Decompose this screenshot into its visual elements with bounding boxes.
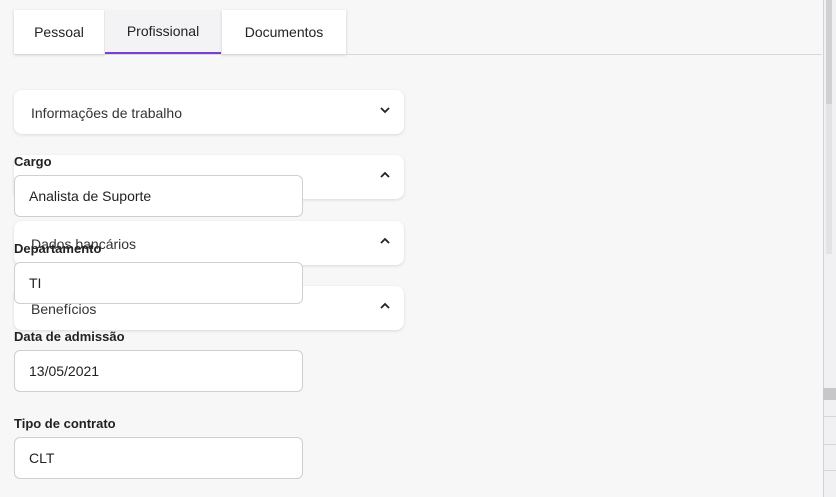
accordion-informacoes-trabalho[interactable]: Informações de trabalho (14, 90, 404, 134)
vertical-scrollbar[interactable] (823, 0, 836, 497)
tab-bar: Pessoal Profissional Documentos (14, 10, 347, 55)
accordion-title: Informações de trabalho (31, 105, 182, 121)
chevron-up-icon (380, 237, 390, 244)
cargo-field[interactable]: Analista de Suporte (14, 175, 303, 217)
departamento-label: Departamento (14, 241, 102, 256)
departamento-field[interactable]: TI (14, 262, 303, 304)
scrollbar-border (823, 0, 824, 497)
admissao-field[interactable]: 13/05/2021 (14, 350, 303, 392)
scrollbar-marker (823, 388, 836, 400)
tab-documentos[interactable]: Documentos (222, 10, 346, 54)
chevron-down-icon (380, 107, 390, 114)
scrollbar-tick (823, 470, 836, 471)
contrato-label: Tipo de contrato (14, 416, 116, 431)
chevron-up-icon (380, 302, 390, 309)
tab-divider (14, 54, 822, 55)
contrato-field[interactable]: CLT (14, 437, 303, 479)
admissao-label: Data de admissão (14, 329, 125, 344)
chevron-up-icon (380, 171, 390, 178)
scrollbar-tick (823, 444, 836, 445)
tab-pessoal[interactable]: Pessoal (14, 10, 104, 54)
tab-profissional[interactable]: Profissional (105, 10, 221, 54)
cargo-label: Cargo (14, 154, 52, 169)
scrollbar-tick (823, 416, 836, 417)
scrollbar-thumb[interactable] (826, 0, 832, 104)
scrollbar-track-segment (826, 104, 832, 254)
